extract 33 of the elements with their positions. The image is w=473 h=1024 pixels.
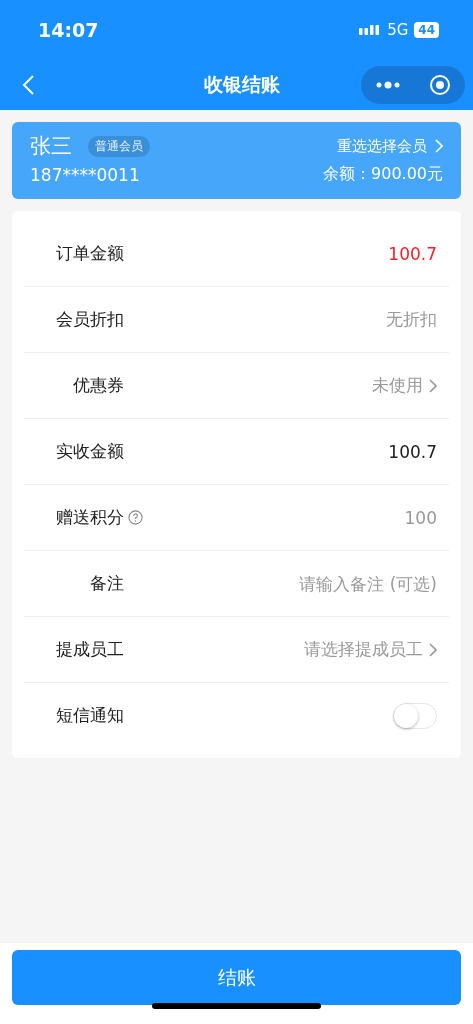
field-label: 会员折扣	[55, 308, 125, 331]
field-label: 提成员工	[55, 638, 125, 661]
member-balance: 余额：900.00元	[323, 164, 443, 185]
status-time: 14:07	[38, 19, 99, 41]
close-target-icon[interactable]	[428, 74, 451, 96]
battery-level: 44	[414, 22, 439, 38]
member-phone: 187****0011	[30, 164, 140, 185]
page-title: 收银结账	[203, 72, 280, 97]
remark-field[interactable]: 请输入备注 (可选)	[257, 573, 437, 594]
field-value: 无折扣	[386, 308, 437, 331]
select-link[interactable]: 请选择提成员工	[304, 638, 437, 661]
field-label: 实收金额	[55, 440, 125, 463]
field-label: 短信通知	[55, 704, 125, 727]
field-value: 100	[404, 507, 437, 528]
change-member-link[interactable]: 重选选择会员	[337, 136, 443, 156]
field-value: 100.7	[388, 441, 437, 462]
field-value: 100.7	[388, 243, 437, 264]
field-label: 优惠券	[72, 374, 125, 397]
chevron-right-icon	[435, 139, 443, 153]
signal-icon	[359, 23, 382, 37]
field-label: 订单金额	[55, 242, 125, 265]
select-link[interactable]: 未使用	[372, 374, 437, 397]
field-label: 备注	[89, 572, 125, 595]
chevron-right-icon	[429, 642, 437, 657]
field-label: 赠送积分	[55, 506, 125, 529]
more-icon[interactable]	[375, 81, 400, 89]
checkout-button[interactable]: 结账	[12, 950, 461, 1005]
member-tier: 普通会员	[88, 135, 150, 157]
network-label: 5G	[387, 21, 409, 39]
sms-toggle[interactable]	[393, 702, 437, 729]
member-name: 张三	[30, 133, 72, 160]
chevron-right-icon	[429, 378, 437, 393]
help-icon[interactable]	[128, 510, 144, 525]
